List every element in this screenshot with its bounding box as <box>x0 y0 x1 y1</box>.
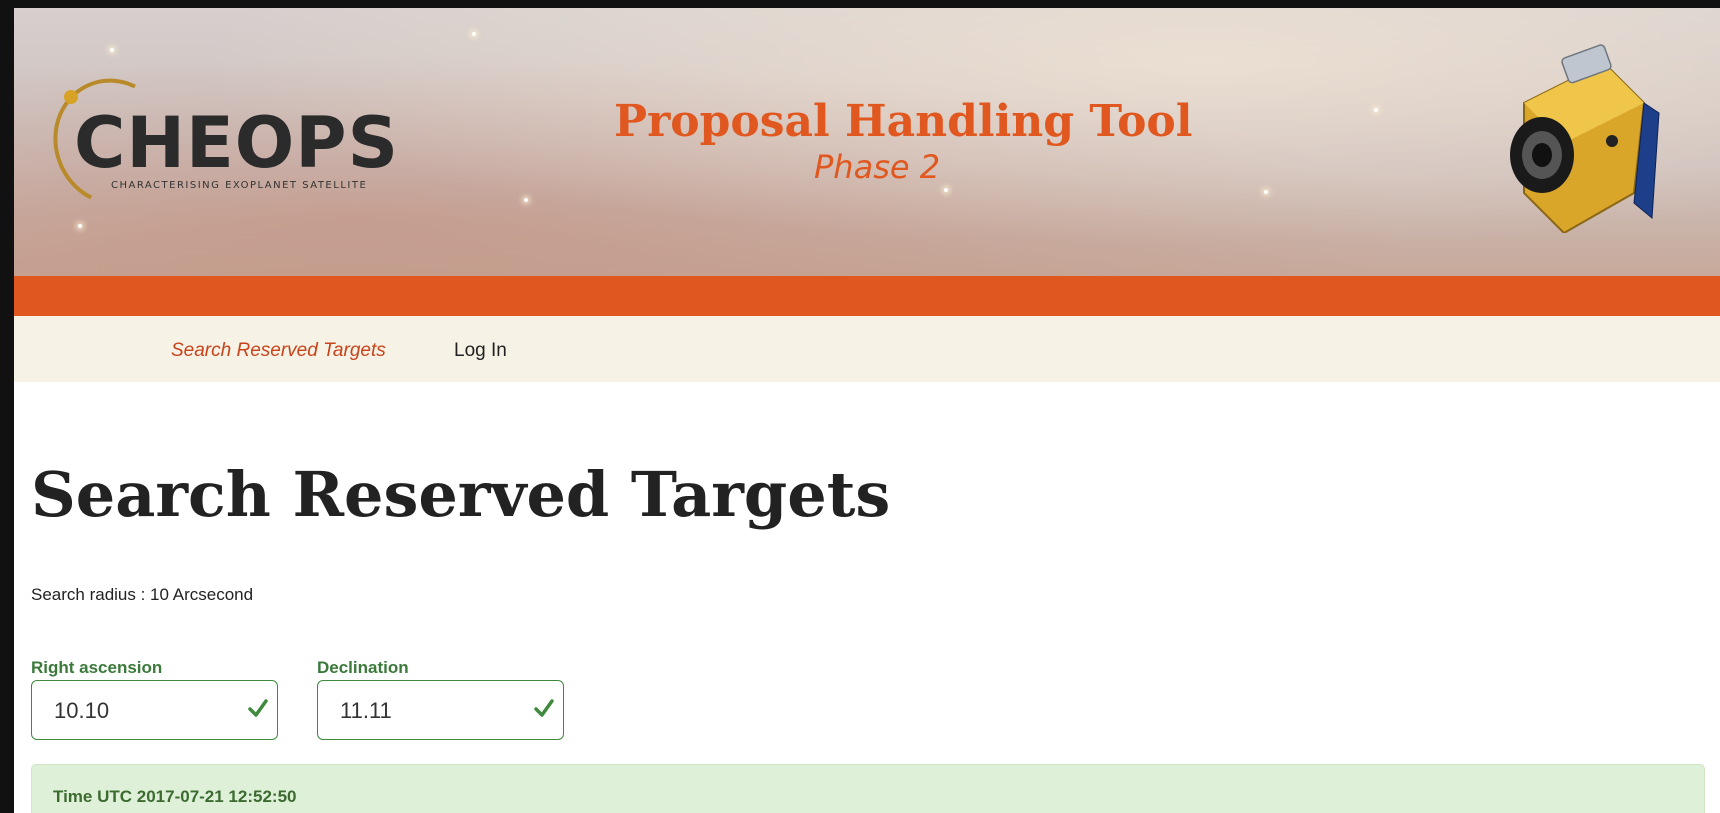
cheops-logo: CHEOPS <box>74 102 399 184</box>
nav-log-in[interactable]: Log In <box>454 340 507 362</box>
right-ascension-field[interactable] <box>31 680 278 740</box>
satellite-icon <box>1510 44 1660 233</box>
star-decoration <box>472 32 476 36</box>
star-decoration <box>944 188 948 192</box>
star-decoration <box>110 48 114 52</box>
header-banner: CHEOPS CHARACTERISING EXOPLANET SATELLIT… <box>14 8 1720 276</box>
time-alert: Time UTC 2017-07-21 12:52:50 <box>31 764 1705 813</box>
nav-search-reserved-targets[interactable]: Search Reserved Targets <box>171 340 386 362</box>
star-decoration <box>1264 190 1268 194</box>
tool-subtitle: Phase 2 <box>814 148 941 186</box>
declination-field[interactable] <box>317 680 564 740</box>
star-decoration <box>78 224 82 228</box>
right-ascension-label: Right ascension <box>31 658 163 677</box>
star-decoration <box>524 198 528 202</box>
app-frame: CHEOPS CHARACTERISING EXOPLANET SATELLIT… <box>0 0 1720 813</box>
time-utc-text: Time UTC 2017-07-21 12:52:50 <box>53 787 297 806</box>
tool-title: Proposal Handling Tool <box>614 96 1193 147</box>
accent-bar <box>14 276 1720 316</box>
check-icon <box>534 699 554 717</box>
check-icon <box>248 699 268 717</box>
declination-input[interactable] <box>338 681 522 740</box>
declination-label: Declination <box>317 658 409 677</box>
star-decoration <box>1374 108 1378 112</box>
page-title: Search Reserved Targets <box>31 458 891 531</box>
right-ascension-input[interactable] <box>52 681 236 740</box>
navbar: Search Reserved Targets Log In <box>14 316 1720 382</box>
search-radius-text: Search radius : 10 Arcsecond <box>31 585 254 604</box>
logo-subtitle: CHARACTERISING EXOPLANET SATELLITE <box>111 180 368 191</box>
